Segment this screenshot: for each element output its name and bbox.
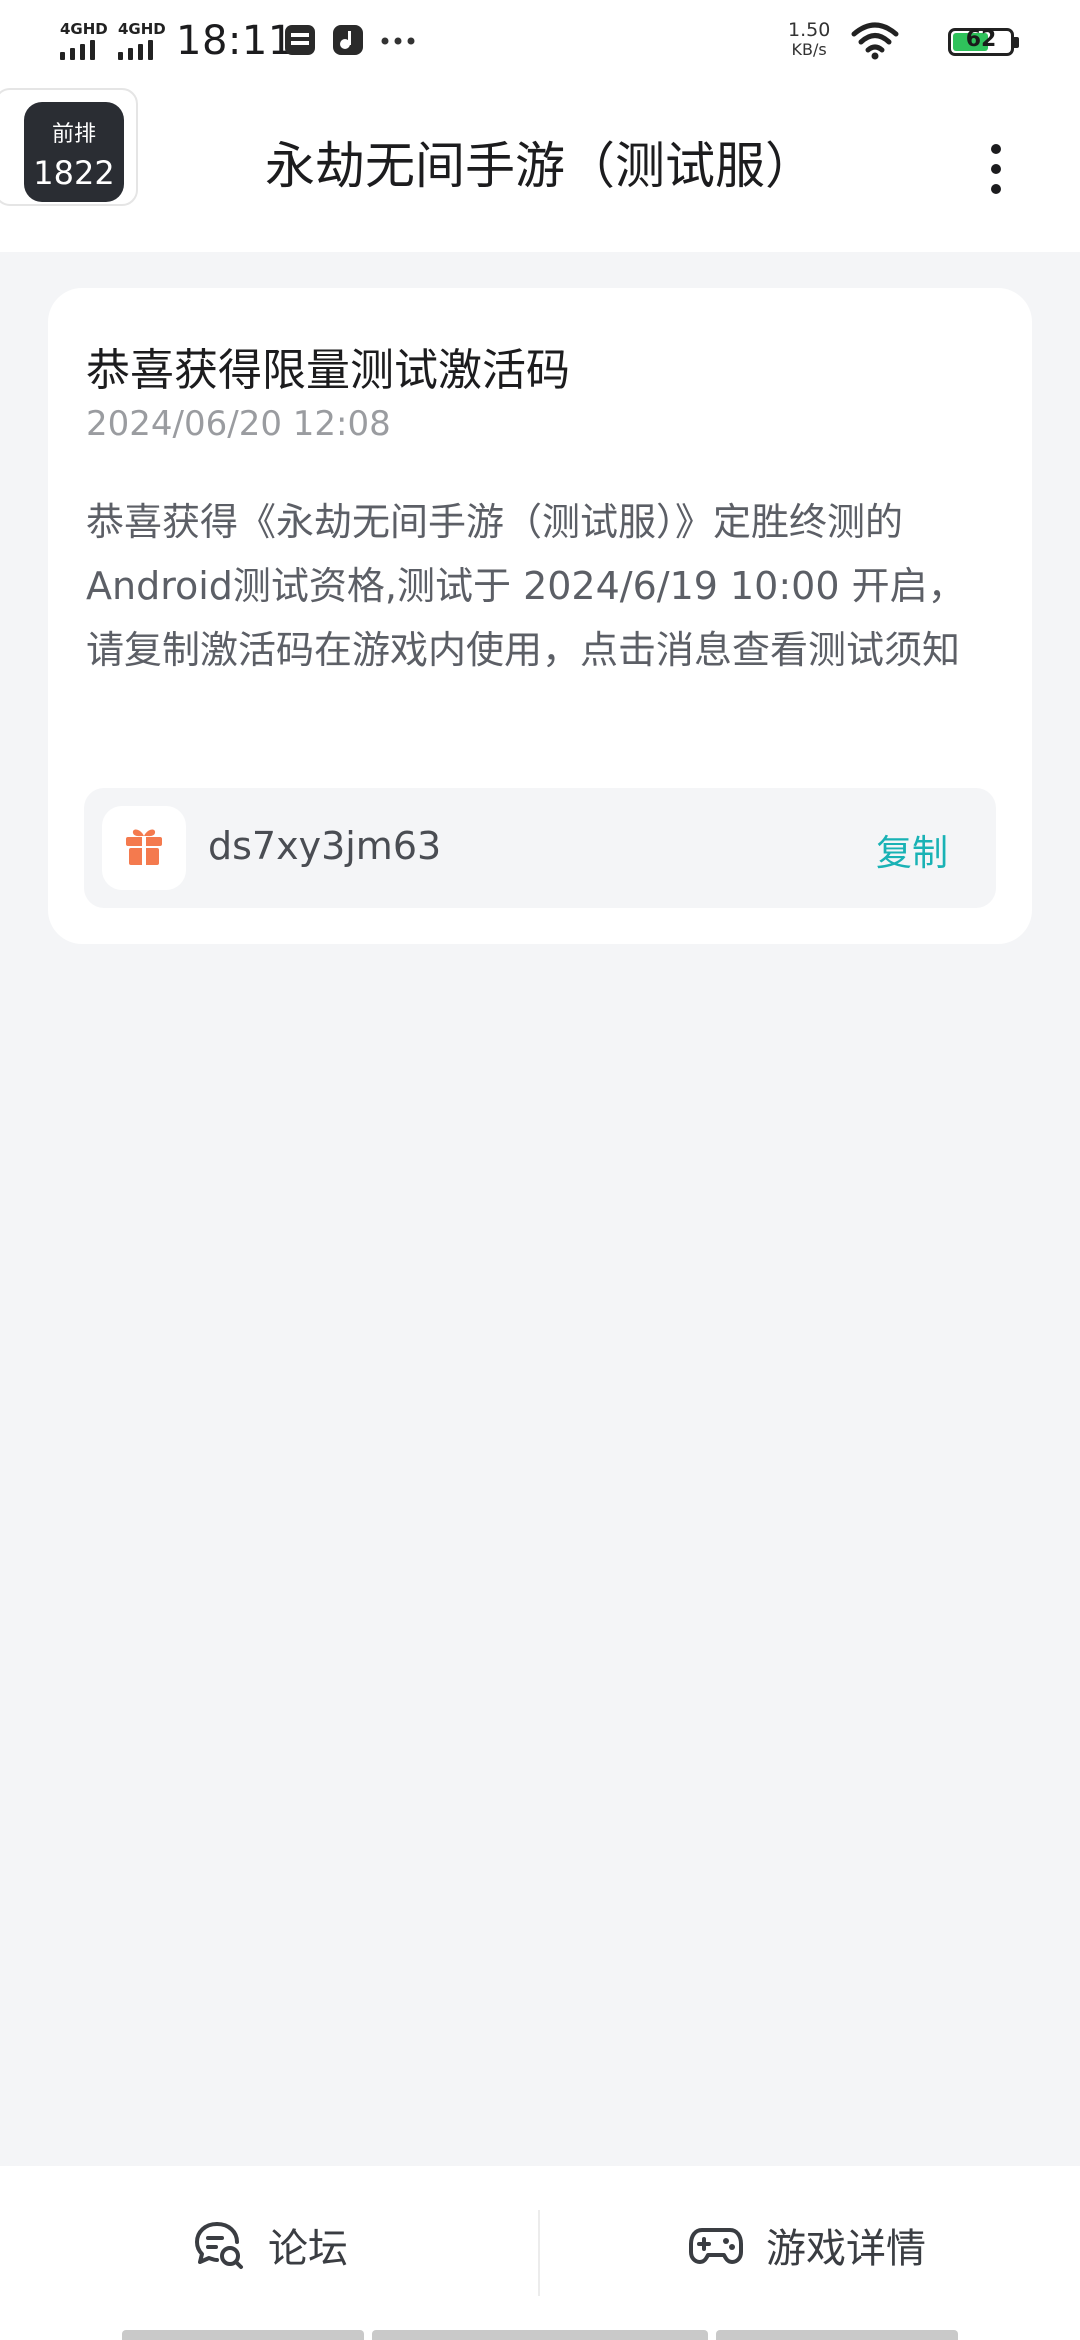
music-app-icon bbox=[333, 25, 363, 55]
bottom-nav: 论坛 游戏详情 bbox=[0, 2166, 1080, 2340]
page-title: 永劫无间手游（测试服） bbox=[265, 137, 815, 195]
network-speed: 1.50 KB/s bbox=[788, 20, 830, 60]
activation-code-box: ds7xy3jm63 复制 bbox=[84, 788, 996, 908]
signal-strength-icon-2 bbox=[118, 40, 153, 60]
gesture-bar-center[interactable] bbox=[372, 2330, 708, 2340]
copy-button[interactable]: 复制 bbox=[876, 824, 948, 876]
more-options-icon[interactable] bbox=[986, 144, 1006, 194]
network-speed-value: 1.50 bbox=[788, 19, 831, 41]
battery-icon: 62 bbox=[948, 27, 1019, 56]
gesture-bar-left bbox=[122, 2330, 364, 2340]
message-card[interactable]: 恭喜获得限量测试激活码 2024/06/20 12:08 恭喜获得《永劫无间手游… bbox=[48, 288, 1032, 944]
game-detail-label: 游戏详情 bbox=[766, 2226, 926, 2272]
sim-card-icon bbox=[285, 25, 315, 55]
more-notifications-icon bbox=[381, 37, 415, 45]
signal-type-1: 4GHD bbox=[60, 20, 108, 38]
gift-icon-tile bbox=[102, 806, 186, 890]
forum-button[interactable]: 论坛 bbox=[192, 2210, 348, 2280]
message-title: 恭喜获得限量测试激活码 bbox=[86, 345, 570, 396]
battery-level: 62 bbox=[965, 27, 997, 52]
forum-label: 论坛 bbox=[268, 2226, 348, 2272]
network-speed-unit: KB/s bbox=[791, 40, 827, 59]
message-timestamp: 2024/06/20 12:08 bbox=[86, 404, 391, 444]
battery-cap bbox=[1014, 37, 1019, 48]
gesture-bar-right bbox=[716, 2330, 958, 2340]
forum-icon bbox=[195, 2222, 243, 2269]
gamepad-icon bbox=[689, 2228, 743, 2264]
nav-divider bbox=[538, 2210, 540, 2296]
status-bar: 4GHD 4GHD 18:11 1.50 KB/s 62 bbox=[0, 0, 1080, 84]
signal-strength-icon-1 bbox=[60, 40, 95, 60]
message-body: 恭喜获得《永劫无间手游（测试服）》定胜终测的Android测试资格,测试于 20… bbox=[86, 500, 966, 672]
title-bar: 前排 1822 永劫无间手游（测试服） bbox=[0, 84, 1080, 252]
activation-code: ds7xy3jm63 bbox=[208, 824, 442, 868]
signal-type-2: 4GHD bbox=[118, 20, 166, 38]
game-detail-button[interactable]: 游戏详情 bbox=[688, 2210, 926, 2280]
clock: 18:11 bbox=[176, 18, 294, 64]
wifi-icon bbox=[851, 22, 899, 60]
gift-icon bbox=[126, 829, 162, 865]
